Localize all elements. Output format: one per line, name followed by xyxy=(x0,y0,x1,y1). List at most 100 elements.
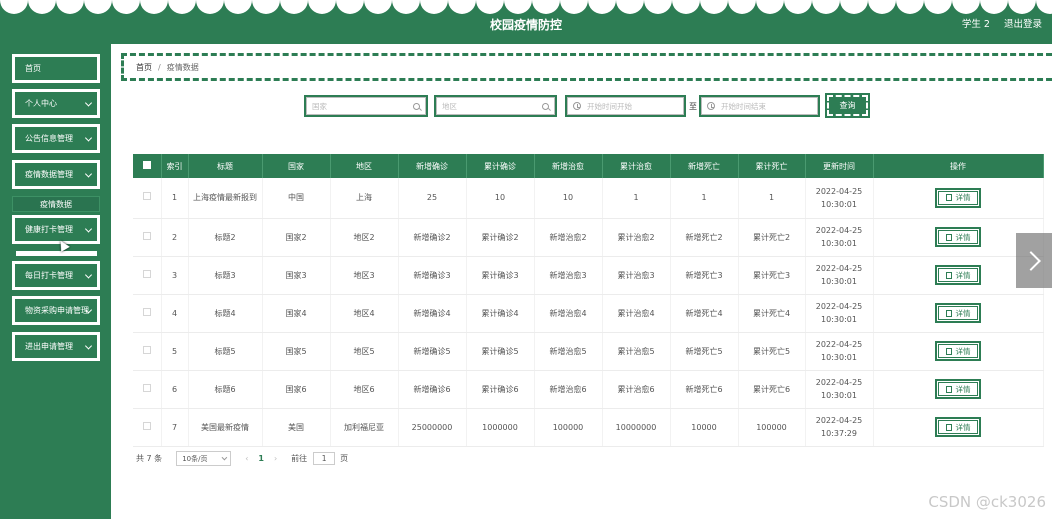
table-cell-new-confirmed: 25 xyxy=(398,178,467,219)
select-all-checkbox[interactable] xyxy=(133,154,162,178)
detail-button[interactable]: 详情 xyxy=(935,341,981,361)
chevron-down-icon xyxy=(84,224,93,233)
table-cell-country: 美国 xyxy=(262,408,331,447)
chevron-down-icon xyxy=(84,133,93,142)
sidebar-item-epidemic-data-management[interactable]: 疫情数据管理 xyxy=(12,160,100,189)
end-time-placeholder: 开始时间结束 xyxy=(721,101,766,111)
table-cell-region: 地区2 xyxy=(330,218,399,257)
detail-button[interactable]: 详情 xyxy=(935,379,981,399)
row-checkbox[interactable] xyxy=(133,218,162,257)
table-cell-region: 地区5 xyxy=(330,332,399,371)
clock-icon xyxy=(573,102,581,110)
app-title: 校园疫情防控 xyxy=(489,18,562,32)
next-page-button[interactable]: › xyxy=(274,454,277,463)
header-scallop-decoration xyxy=(0,0,1052,14)
table-cell-title: 标题6 xyxy=(188,370,263,409)
row-checkbox[interactable] xyxy=(133,332,162,371)
detail-button[interactable]: 详情 xyxy=(935,303,981,323)
table-cell-country: 国家4 xyxy=(262,294,331,333)
table-header-row: 索引 标题 国家 地区 新增确诊 累计确诊 新增治愈 累计治愈 新增死亡 累计死… xyxy=(133,154,1044,178)
submenu-epidemic-data[interactable]: 疫情数据 xyxy=(12,196,100,212)
next-arrow-button[interactable] xyxy=(1016,233,1052,288)
table-cell-country: 国家2 xyxy=(262,218,331,257)
end-time-picker[interactable]: 开始时间结束 xyxy=(699,95,820,117)
page-number[interactable]: 1 xyxy=(258,454,264,463)
sidebar-item-home[interactable]: 首页 xyxy=(12,54,100,83)
chevron-down-icon xyxy=(221,454,228,460)
column-header: 新增确诊 xyxy=(398,154,467,178)
table-cell-actions: 详情 xyxy=(873,294,1044,333)
row-checkbox[interactable] xyxy=(133,370,162,409)
sidebar-item-notice-management[interactable]: 公告信息管理 xyxy=(12,124,100,153)
column-header: 新增死亡 xyxy=(670,154,739,178)
table-cell-total-confirmed: 累计确诊3 xyxy=(466,256,535,295)
column-header: 累计确诊 xyxy=(466,154,535,178)
start-time-picker[interactable]: 开始时间开始 xyxy=(565,95,686,117)
table-cell-new-confirmed: 25000000 xyxy=(398,408,467,447)
region-placeholder: 地区 xyxy=(442,101,457,111)
chevron-down-icon xyxy=(84,305,93,314)
breadcrumb: 首页 / 疫情数据 xyxy=(121,53,1052,81)
top-header: 校园疫情防控 学生 2 退出登录 xyxy=(0,0,1052,44)
epidemic-data-table: 索引 标题 国家 地区 新增确诊 累计确诊 新增治愈 累计治愈 新增死亡 累计死… xyxy=(133,154,1044,447)
table-cell-new-cured: 新增治愈5 xyxy=(534,332,603,371)
detail-button[interactable]: 详情 xyxy=(935,265,981,285)
sidebar-item-health-checkin-management[interactable]: 健康打卡管理 xyxy=(12,215,100,244)
country-search-input[interactable]: 国家 xyxy=(304,95,428,117)
detail-button[interactable]: 详情 xyxy=(935,187,981,208)
table-cell-index: 6 xyxy=(161,370,189,409)
document-icon xyxy=(945,309,952,317)
goto-page-input[interactable]: 1 xyxy=(313,452,336,465)
row-checkbox[interactable] xyxy=(133,178,162,219)
table-cell-new-confirmed: 新增确诊6 xyxy=(398,370,467,409)
sidebar-item-personal-center[interactable]: 个人中心 xyxy=(12,89,100,118)
table-cell-updated: 2022-04-25 10:30:01 xyxy=(805,218,874,257)
table-row: 4 标题4 国家4 地区4 新增确诊4 累计确诊4 新增治愈4 累计治愈4 新增死亡4 累计死亡4… xyxy=(133,294,1044,333)
table-cell-total-cured: 10000000 xyxy=(602,408,671,447)
column-header: 操作 xyxy=(873,154,1044,178)
table-cell-total-confirmed: 1000000 xyxy=(466,408,535,447)
table-cell-new-confirmed: 新增确诊2 xyxy=(398,218,467,257)
table-cell-new-deaths: 1 xyxy=(670,178,739,219)
table-cell-actions: 详情 xyxy=(873,370,1044,409)
document-icon xyxy=(945,423,952,431)
table-cell-new-confirmed: 新增确诊5 xyxy=(398,332,467,371)
chevron-down-icon xyxy=(84,98,93,107)
document-icon xyxy=(945,271,952,279)
menu-divider xyxy=(16,251,97,256)
sidebar-item-label: 公告信息管理 xyxy=(25,134,73,143)
logout-link[interactable]: 退出登录 xyxy=(1004,16,1042,30)
sidebar-item-supply-purchase-management[interactable]: 物资采购申请管理 xyxy=(12,296,100,325)
page-size-select[interactable]: 10条/页 xyxy=(176,451,232,466)
sidebar-item-label: 每日打卡管理 xyxy=(25,271,73,280)
table-cell-country: 中国 xyxy=(262,178,331,219)
detail-button[interactable]: 详情 xyxy=(935,227,981,247)
table-cell-total-deaths: 100000 xyxy=(738,408,806,447)
table-cell-new-cured: 新增治愈6 xyxy=(534,370,603,409)
prev-page-button[interactable]: ‹ xyxy=(245,454,248,463)
sidebar-item-label: 个人中心 xyxy=(25,99,57,108)
detail-button-label: 详情 xyxy=(955,384,971,394)
table-cell-new-deaths: 新增死亡5 xyxy=(670,332,739,371)
table-row: 5 标题5 国家5 地区5 新增确诊5 累计确诊5 新增治愈5 累计治愈5 新增死亡5 累计死亡5… xyxy=(133,332,1044,371)
table-cell-region: 上海 xyxy=(330,178,399,219)
table-cell-new-confirmed: 新增确诊3 xyxy=(398,256,467,295)
detail-button-label: 详情 xyxy=(955,346,971,356)
query-button[interactable]: 查询 xyxy=(825,93,870,118)
table-cell-new-deaths: 新增死亡3 xyxy=(670,256,739,295)
region-search-input[interactable]: 地区 xyxy=(434,95,557,117)
watermark: CSDN @ck3026 xyxy=(928,493,1046,511)
sidebar-item-entry-exit-management[interactable]: 进出申请管理 xyxy=(12,332,100,361)
document-icon xyxy=(945,194,952,202)
row-checkbox[interactable] xyxy=(133,256,162,295)
table-cell-new-cured: 新增治愈4 xyxy=(534,294,603,333)
breadcrumb-home[interactable]: 首页 xyxy=(136,62,152,73)
detail-button[interactable]: 详情 xyxy=(935,417,981,437)
sidebar-item-daily-checkin-management[interactable]: 每日打卡管理 xyxy=(12,261,100,290)
current-user[interactable]: 学生 2 xyxy=(962,16,990,30)
row-checkbox[interactable] xyxy=(133,408,162,447)
table-cell-index: 4 xyxy=(161,294,189,333)
table-cell-index: 3 xyxy=(161,256,189,295)
row-checkbox[interactable] xyxy=(133,294,162,333)
table-cell-region: 地区4 xyxy=(330,294,399,333)
